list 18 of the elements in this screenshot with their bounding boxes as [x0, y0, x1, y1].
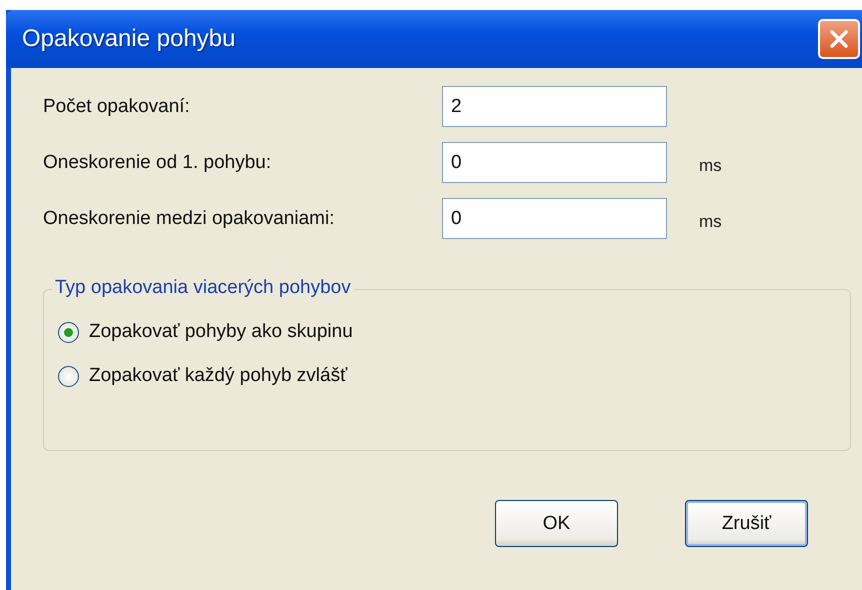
field-label: Oneskorenie od 1. pohybu:	[43, 152, 272, 174]
dialog-button[interactable]: Zrušiť	[685, 500, 808, 547]
radio-button[interactable]	[58, 322, 79, 342]
group-title: Typ opakovania viacerých pohybov	[52, 277, 354, 299]
input-field[interactable]: 2	[442, 86, 667, 127]
dialog-button[interactable]: OK	[495, 500, 618, 547]
radio-button[interactable]	[58, 366, 79, 386]
radio-label[interactable]: Zopakovať každý pohyb zvlášť	[89, 365, 348, 387]
input-field[interactable]: 0	[442, 142, 667, 183]
radio-label[interactable]: Zopakovať pohyby ako skupinu	[89, 321, 353, 343]
field-label: Počet opakovaní:	[43, 96, 191, 118]
close-icon	[828, 28, 850, 50]
unit-label: ms	[699, 156, 722, 176]
close-button[interactable]	[818, 19, 860, 59]
window-title: Opakovanie pohybu	[22, 25, 236, 53]
field-label: Oneskorenie medzi opakovaniami:	[43, 208, 336, 230]
input-field[interactable]: 0	[442, 198, 667, 239]
unit-label: ms	[699, 212, 722, 232]
